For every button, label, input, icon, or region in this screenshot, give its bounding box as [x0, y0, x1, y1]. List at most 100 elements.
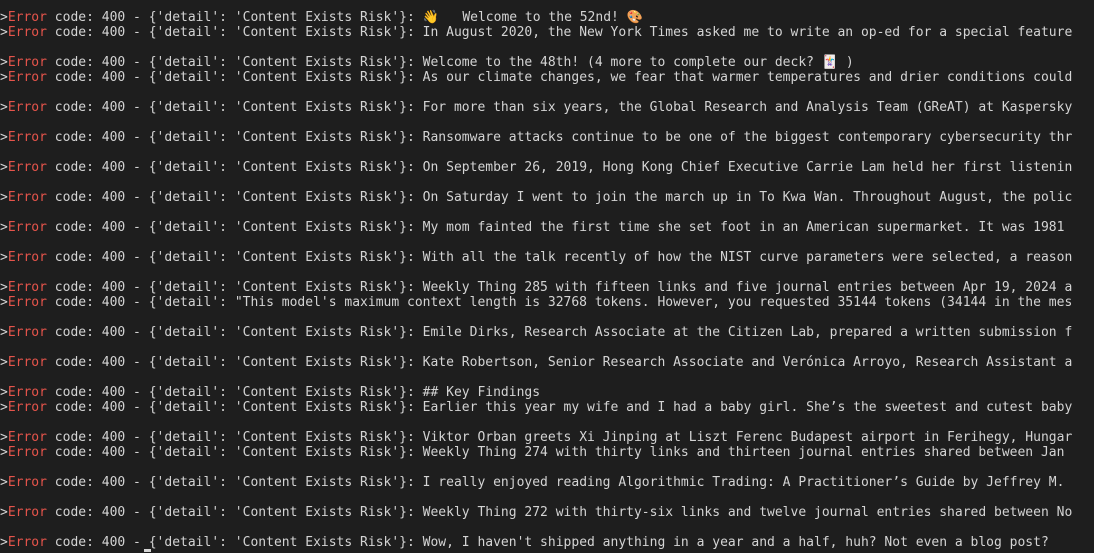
- error-detail: code: 400 - {'detail': 'Content Exists R…: [46, 70, 423, 85]
- log-line: >Error code: 400 - {'detail': "This mode…: [0, 295, 1072, 310]
- error-detail: code: 400 - {'detail': 'Content Exists R…: [46, 475, 423, 490]
- error-detail: code: 400 - {'detail': 'Content Exists R…: [46, 325, 423, 340]
- error-detail: code: 400 - {'detail': 'Content Exists R…: [46, 10, 423, 25]
- log-line: >Error code: 400 - {'detail': 'Content E…: [0, 400, 1072, 415]
- log-message: Wow, I haven't shipped anything in a yea…: [422, 535, 1049, 550]
- log-line: >Error code: 400 - {'detail': 'Content E…: [0, 250, 1072, 265]
- log-message: On Saturday I went to join the march up …: [422, 190, 1073, 205]
- log-message: Welcome to the 48th! (4 more to complete…: [422, 55, 854, 70]
- log-message: Earlier this year my wife and I had a ba…: [422, 400, 1073, 415]
- error-detail: code: 400 - {'detail': 'Content Exists R…: [46, 160, 423, 175]
- log-message: Kate Robertson, Senior Research Associat…: [422, 355, 1073, 370]
- log-line: >Error code: 400 - {'detail': 'Content E…: [0, 325, 1072, 340]
- error-label: Error: [7, 430, 47, 445]
- error-detail: code: 400 - {'detail': 'Content Exists R…: [46, 430, 423, 445]
- error-detail: code: 400 - {'detail': 'Content Exists R…: [46, 130, 423, 145]
- log-line: >Error code: 400 - {'detail': 'Content E…: [0, 190, 1072, 205]
- log-message: My mom fainted the first time she set fo…: [422, 220, 1065, 235]
- log-line: >Error code: 400 - {'detail': 'Content E…: [0, 430, 1072, 445]
- error-label: Error: [7, 130, 47, 145]
- prompt-marker: >: [0, 445, 8, 460]
- error-label: Error: [7, 505, 47, 520]
- error-label: Error: [7, 190, 47, 205]
- error-label: Error: [7, 100, 47, 115]
- log-message: As our climate changes, we fear that war…: [422, 70, 1073, 85]
- error-label: Error: [7, 475, 47, 490]
- error-label: Error: [7, 295, 47, 310]
- log-line: >Error code: 400 - {'detail': 'Content E…: [0, 25, 1072, 40]
- log-line: >Error code: 400 - {'detail': 'Content E…: [0, 355, 1072, 370]
- error-label: Error: [7, 400, 47, 415]
- prompt-marker: >: [0, 190, 8, 205]
- prompt-marker: >: [0, 130, 8, 145]
- prompt-marker: >: [0, 535, 8, 550]
- error-detail: code: 400 - {'detail':: [46, 295, 235, 310]
- log-message: Weekly Thing 285 with fifteen links and …: [422, 280, 1073, 295]
- log-line: >Error code: 400 - {'detail': 'Content E…: [0, 55, 854, 70]
- log-line: >Error code: 400 - {'detail': 'Content E…: [0, 130, 1072, 145]
- prompt-marker: >: [0, 70, 8, 85]
- log-line: >Error code: 400 - {'detail': 'Content E…: [0, 10, 643, 25]
- log-line: >Error code: 400 - {'detail': 'Content E…: [0, 505, 1072, 520]
- error-detail: code: 400 - {'detail': 'Content Exists R…: [46, 100, 423, 115]
- error-label: Error: [7, 355, 47, 370]
- error-label: Error: [7, 535, 47, 550]
- log-line: >Error code: 400 - {'detail': 'Content E…: [0, 70, 1072, 85]
- error-detail: code: 400 - {'detail': 'Content Exists R…: [46, 280, 423, 295]
- error-label: Error: [7, 325, 47, 340]
- prompt-marker: >: [0, 295, 8, 310]
- log-message: For more than six years, the Global Rese…: [422, 100, 1073, 115]
- error-label: Error: [7, 25, 47, 40]
- log-message: "This model's maximum context length is …: [234, 295, 1073, 310]
- error-detail: code: 400 - {'detail': 'Content Exists R…: [46, 535, 423, 550]
- prompt-marker: >: [0, 400, 8, 415]
- prompt-marker: >: [0, 250, 8, 265]
- error-detail: code: 400 - {'detail': 'Content Exists R…: [46, 505, 423, 520]
- prompt-marker: >: [0, 325, 8, 340]
- error-detail: code: 400 - {'detail': 'Content Exists R…: [46, 220, 423, 235]
- log-message: ## Key Findings: [422, 385, 541, 400]
- log-message: Ransomware attacks continue to be one of…: [422, 130, 1073, 145]
- log-message: On September 26, 2019, Hong Kong Chief E…: [422, 160, 1073, 175]
- text-cursor: [144, 549, 151, 552]
- prompt-marker: >: [0, 355, 8, 370]
- log-message: 👋 Welcome to the 52nd! 🎨: [422, 10, 643, 25]
- error-label: Error: [7, 220, 47, 235]
- prompt-marker: >: [0, 55, 8, 70]
- log-message: Weekly Thing 272 with thirty-six links a…: [422, 505, 1073, 520]
- error-label: Error: [7, 70, 47, 85]
- log-message: With all the talk recently of how the NI…: [422, 250, 1073, 265]
- log-message: Viktor Orban greets Xi Jinping at Liszt …: [422, 430, 1073, 445]
- prompt-marker: >: [0, 160, 8, 175]
- log-message: Emile Dirks, Research Associate at the C…: [422, 325, 1073, 340]
- log-line: >Error code: 400 - {'detail': 'Content E…: [0, 475, 1064, 490]
- error-detail: code: 400 - {'detail': 'Content Exists R…: [46, 25, 423, 40]
- error-detail: code: 400 - {'detail': 'Content Exists R…: [46, 55, 423, 70]
- prompt-marker: >: [0, 475, 8, 490]
- error-detail: code: 400 - {'detail': 'Content Exists R…: [46, 190, 423, 205]
- log-message: Weekly Thing 274 with thirty links and t…: [422, 445, 1065, 460]
- log-line: >Error code: 400 - {'detail': 'Content E…: [0, 220, 1064, 235]
- log-line: >Error code: 400 - {'detail': 'Content E…: [0, 160, 1072, 175]
- error-detail: code: 400 - {'detail': 'Content Exists R…: [46, 445, 423, 460]
- error-label: Error: [7, 250, 47, 265]
- prompt-marker: >: [0, 505, 8, 520]
- log-line: >Error code: 400 - {'detail': 'Content E…: [0, 445, 1064, 460]
- error-label: Error: [7, 280, 47, 295]
- log-line: >Error code: 400 - {'detail': 'Content E…: [0, 535, 1049, 550]
- prompt-marker: >: [0, 280, 8, 295]
- error-label: Error: [7, 385, 47, 400]
- prompt-marker: >: [0, 25, 8, 40]
- terminal-output: >Error code: 400 - {'detail': 'Content E…: [0, 0, 1094, 553]
- prompt-marker: >: [0, 385, 8, 400]
- error-detail: code: 400 - {'detail': 'Content Exists R…: [46, 400, 423, 415]
- log-line: >Error code: 400 - {'detail': 'Content E…: [0, 280, 1072, 295]
- error-detail: code: 400 - {'detail': 'Content Exists R…: [46, 385, 423, 400]
- prompt-marker: >: [0, 10, 8, 25]
- error-label: Error: [7, 445, 47, 460]
- prompt-marker: >: [0, 430, 8, 445]
- error-label: Error: [7, 160, 47, 175]
- log-message: In August 2020, the New York Times asked…: [422, 25, 1073, 40]
- log-message: I really enjoyed reading Algorithmic Tra…: [422, 475, 1065, 490]
- log-line: >Error code: 400 - {'detail': 'Content E…: [0, 385, 540, 400]
